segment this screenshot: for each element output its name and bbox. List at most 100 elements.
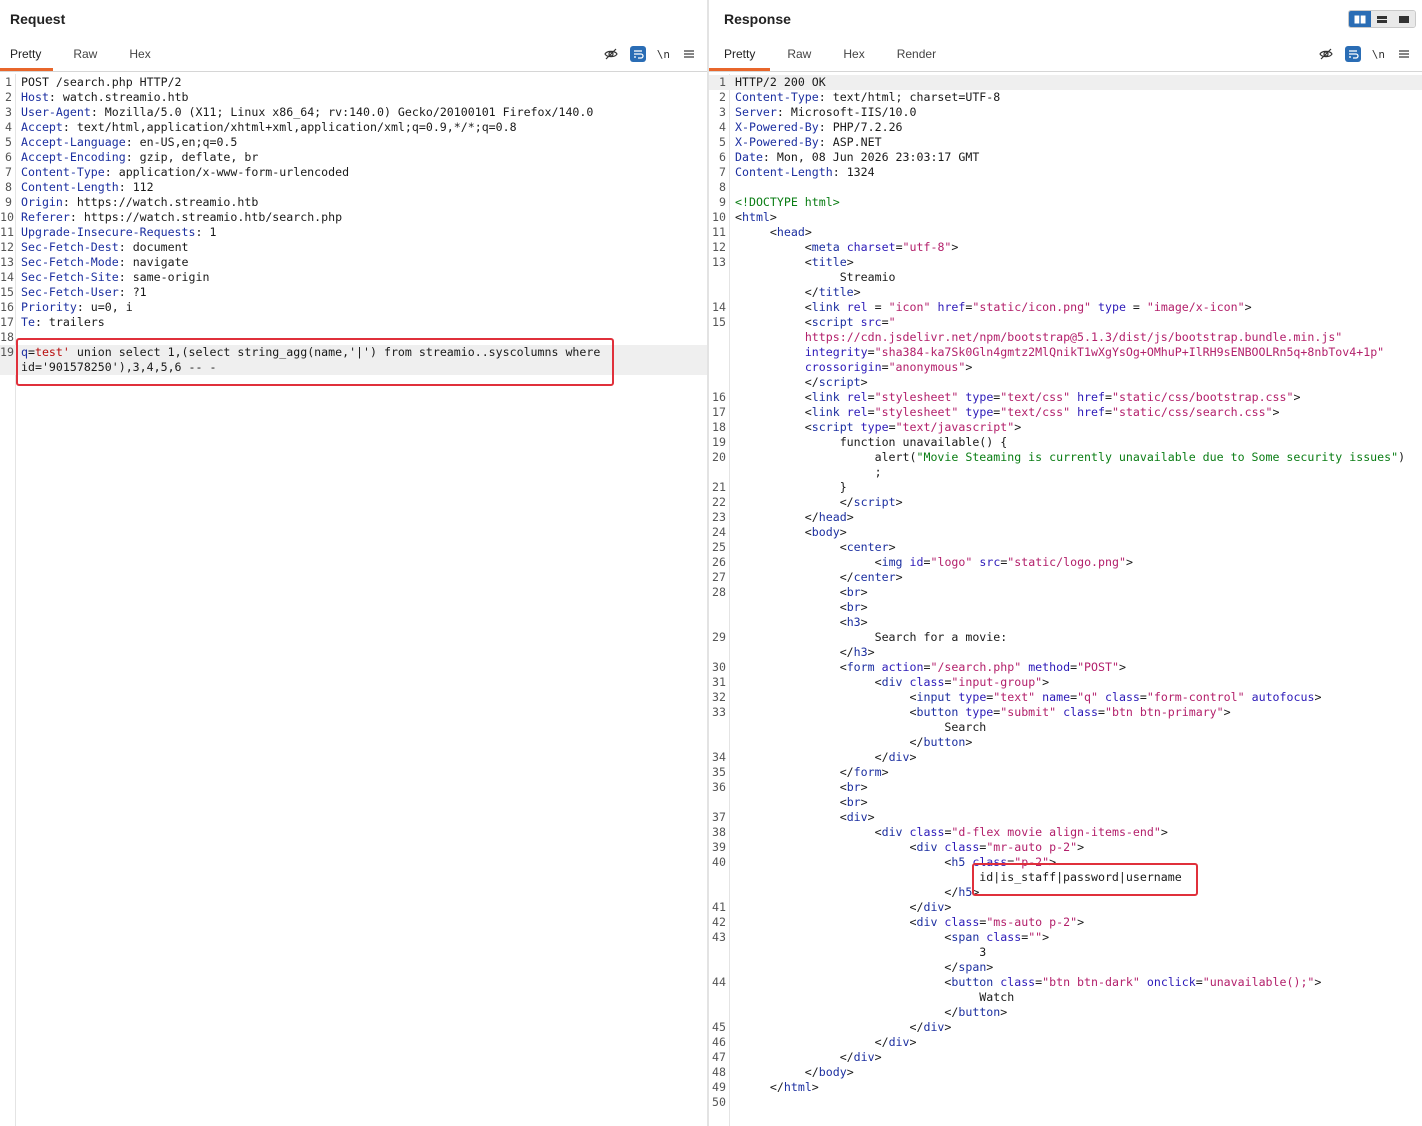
code-line[interactable]: 32 <input type="text" name="q" class="fo… — [709, 690, 1422, 705]
hamburger-menu-icon[interactable] — [1396, 46, 1412, 62]
code-line[interactable]: 33 <button type="submit" class="btn btn-… — [709, 705, 1422, 720]
code-line[interactable]: 17 <link rel="stylesheet" type="text/css… — [709, 405, 1422, 420]
code-line[interactable]: </script> — [709, 375, 1422, 390]
code-line[interactable]: 42 <div class="ms-auto p-2"> — [709, 915, 1422, 930]
code-line[interactable]: 3 — [709, 945, 1422, 960]
code-line[interactable]: <br> — [709, 795, 1422, 810]
code-line[interactable]: 6 Date: Mon, 08 Jun 2026 23:03:17 GMT — [709, 150, 1422, 165]
request-editor[interactable]: 1 POST /search.php HTTP/2 2 Host: watch.str… — [0, 74, 707, 1126]
code-line[interactable]: 31 <div class="input-group"> — [709, 675, 1422, 690]
code-line[interactable]: 12 Sec-Fetch-Dest: document — [0, 240, 707, 255]
code-line[interactable]: 3 User-Agent: Mozilla/5.0 (X11; Linux x86… — [0, 105, 707, 120]
wrap-lines-icon[interactable] — [1344, 46, 1361, 62]
code-line[interactable]: 14 Sec-Fetch-Site: same-origin — [0, 270, 707, 285]
code-line[interactable]: 16 <link rel="stylesheet" type="text/css… — [709, 390, 1422, 405]
code-line[interactable]: </span> — [709, 960, 1422, 975]
code-line[interactable]: 8 Content-Length: 112 — [0, 180, 707, 195]
code-line[interactable]: 28 <br> — [709, 585, 1422, 600]
code-line[interactable]: integrity="sha384-ka7Sk0Gln4gmtz2MlQnikT… — [709, 345, 1422, 360]
hamburger-menu-icon[interactable] — [681, 46, 697, 62]
code-line[interactable]: 48 </body> — [709, 1065, 1422, 1080]
code-line[interactable]: </h3> — [709, 645, 1422, 660]
code-line[interactable]: Watch — [709, 990, 1422, 1005]
code-line[interactable]: <h3> — [709, 615, 1422, 630]
code-line[interactable]: 50 — [709, 1095, 1422, 1110]
code-line[interactable]: 15 <script src=" — [709, 315, 1422, 330]
code-line[interactable]: Streamio — [709, 270, 1422, 285]
layout-single-icon[interactable] — [1393, 11, 1415, 27]
code-line[interactable]: 15 Sec-Fetch-User: ?1 — [0, 285, 707, 300]
code-line[interactable]: 14 <link rel = "icon" href = "static/icon.… — [709, 300, 1422, 315]
code-line[interactable]: </button> — [709, 1005, 1422, 1020]
code-line[interactable]: Search — [709, 720, 1422, 735]
code-line[interactable]: 18 <script type="text/javascript"> — [709, 420, 1422, 435]
code-line[interactable]: 13 Sec-Fetch-Mode: navigate — [0, 255, 707, 270]
code-line[interactable]: 39 <div class="mr-auto p-2"> — [709, 840, 1422, 855]
code-line[interactable]: 8 — [709, 180, 1422, 195]
code-line[interactable]: 11 <head> — [709, 225, 1422, 240]
code-line[interactable]: 9 <!DOCTYPE html> — [709, 195, 1422, 210]
code-line[interactable]: 3 Server: Microsoft-IIS/10.0 — [709, 105, 1422, 120]
code-line[interactable]: 9 Origin: https://watch.streamio.htb — [0, 195, 707, 210]
code-line[interactable]: 10 Referer: https://watch.streamio.htb/se… — [0, 210, 707, 225]
code-line[interactable]: ; — [709, 465, 1422, 480]
code-line[interactable]: 45 </div> — [709, 1020, 1422, 1035]
eye-off-icon[interactable] — [603, 46, 619, 62]
code-line[interactable]: 10 <html> — [709, 210, 1422, 225]
tab-pretty[interactable]: Pretty — [0, 44, 54, 71]
code-line[interactable]: </button> — [709, 735, 1422, 750]
code-line[interactable]: 21 } — [709, 480, 1422, 495]
code-line[interactable]: 5 Accept-Language: en-US,en;q=0.5 — [0, 135, 707, 150]
code-line[interactable]: 30 <form action="/search.php" method="PO… — [709, 660, 1422, 675]
code-line[interactable]: 26 <img id="logo" src="static/logo.png"> — [709, 555, 1422, 570]
code-line[interactable]: 25 <center> — [709, 540, 1422, 555]
code-line[interactable]: 36 <br> — [709, 780, 1422, 795]
code-line[interactable]: crossorigin="anonymous"> — [709, 360, 1422, 375]
code-line[interactable]: 16 Priority: u=0, i — [0, 300, 707, 315]
code-line[interactable]: 17 Te: trailers — [0, 315, 707, 330]
code-line[interactable]: 24 <body> — [709, 525, 1422, 540]
code-line[interactable]: 7 Content-Length: 1324 — [709, 165, 1422, 180]
code-line[interactable]: 49 </html> — [709, 1080, 1422, 1095]
code-line[interactable]: 44 <button class="btn btn-dark" onclick=… — [709, 975, 1422, 990]
tab-raw[interactable]: Raw — [73, 44, 97, 71]
code-line[interactable]: 27 </center> — [709, 570, 1422, 585]
code-line[interactable]: 23 </head> — [709, 510, 1422, 525]
code-line[interactable]: 46 </div> — [709, 1035, 1422, 1050]
code-line[interactable]: 34 </div> — [709, 750, 1422, 765]
code-line[interactable]: 13 <title> — [709, 255, 1422, 270]
code-line[interactable]: https://cdn.jsdelivr.net/npm/bootstrap@5… — [709, 330, 1422, 345]
code-line[interactable]: 47 </div> — [709, 1050, 1422, 1065]
code-line[interactable]: 38 <div class="d-flex movie align-items-… — [709, 825, 1422, 840]
tab-hex[interactable]: Hex — [843, 44, 864, 71]
code-line[interactable]: 1 POST /search.php HTTP/2 — [0, 75, 707, 90]
code-line[interactable]: 4 X-Powered-By: PHP/7.2.26 — [709, 120, 1422, 135]
tab-pretty[interactable]: Pretty — [709, 44, 771, 71]
code-line[interactable]: </title> — [709, 285, 1422, 300]
layout-horizontal-icon[interactable] — [1371, 11, 1393, 27]
code-line[interactable]: 2 Host: watch.streamio.htb — [0, 90, 707, 105]
code-line[interactable]: 6 Accept-Encoding: gzip, deflate, br — [0, 150, 707, 165]
tab-raw[interactable]: Raw — [787, 44, 811, 71]
code-line[interactable]: 5 X-Powered-By: ASP.NET — [709, 135, 1422, 150]
tab-render[interactable]: Render — [897, 44, 936, 71]
code-line[interactable]: 43 <span class=""> — [709, 930, 1422, 945]
code-line[interactable]: 37 <div> — [709, 810, 1422, 825]
code-line[interactable]: 22 </script> — [709, 495, 1422, 510]
response-editor[interactable]: 1 HTTP/2 200 OK 2 Content-Type: text/html; … — [709, 74, 1422, 1126]
wrap-lines-icon[interactable] — [629, 46, 646, 62]
code-line[interactable]: 12 <meta charset="utf-8"> — [709, 240, 1422, 255]
code-line[interactable]: 2 Content-Type: text/html; charset=UTF-8 — [709, 90, 1422, 105]
code-line[interactable]: 41 </div> — [709, 900, 1422, 915]
code-line[interactable]: 20 alert("Movie Steaming is currently un… — [709, 450, 1422, 465]
tab-hex[interactable]: Hex — [129, 44, 150, 71]
code-line[interactable]: 1 HTTP/2 200 OK — [709, 75, 1422, 90]
eye-off-icon[interactable] — [1318, 46, 1334, 62]
newline-toggle[interactable]: \n — [1372, 46, 1385, 62]
code-line[interactable]: 4 Accept: text/html,application/xhtml+xml… — [0, 120, 707, 135]
layout-split-icon[interactable] — [1349, 11, 1371, 27]
code-line[interactable]: 19 function unavailable() { — [709, 435, 1422, 450]
code-line[interactable]: 35 </form> — [709, 765, 1422, 780]
code-line[interactable]: <br> — [709, 600, 1422, 615]
newline-toggle[interactable]: \n — [657, 46, 670, 62]
